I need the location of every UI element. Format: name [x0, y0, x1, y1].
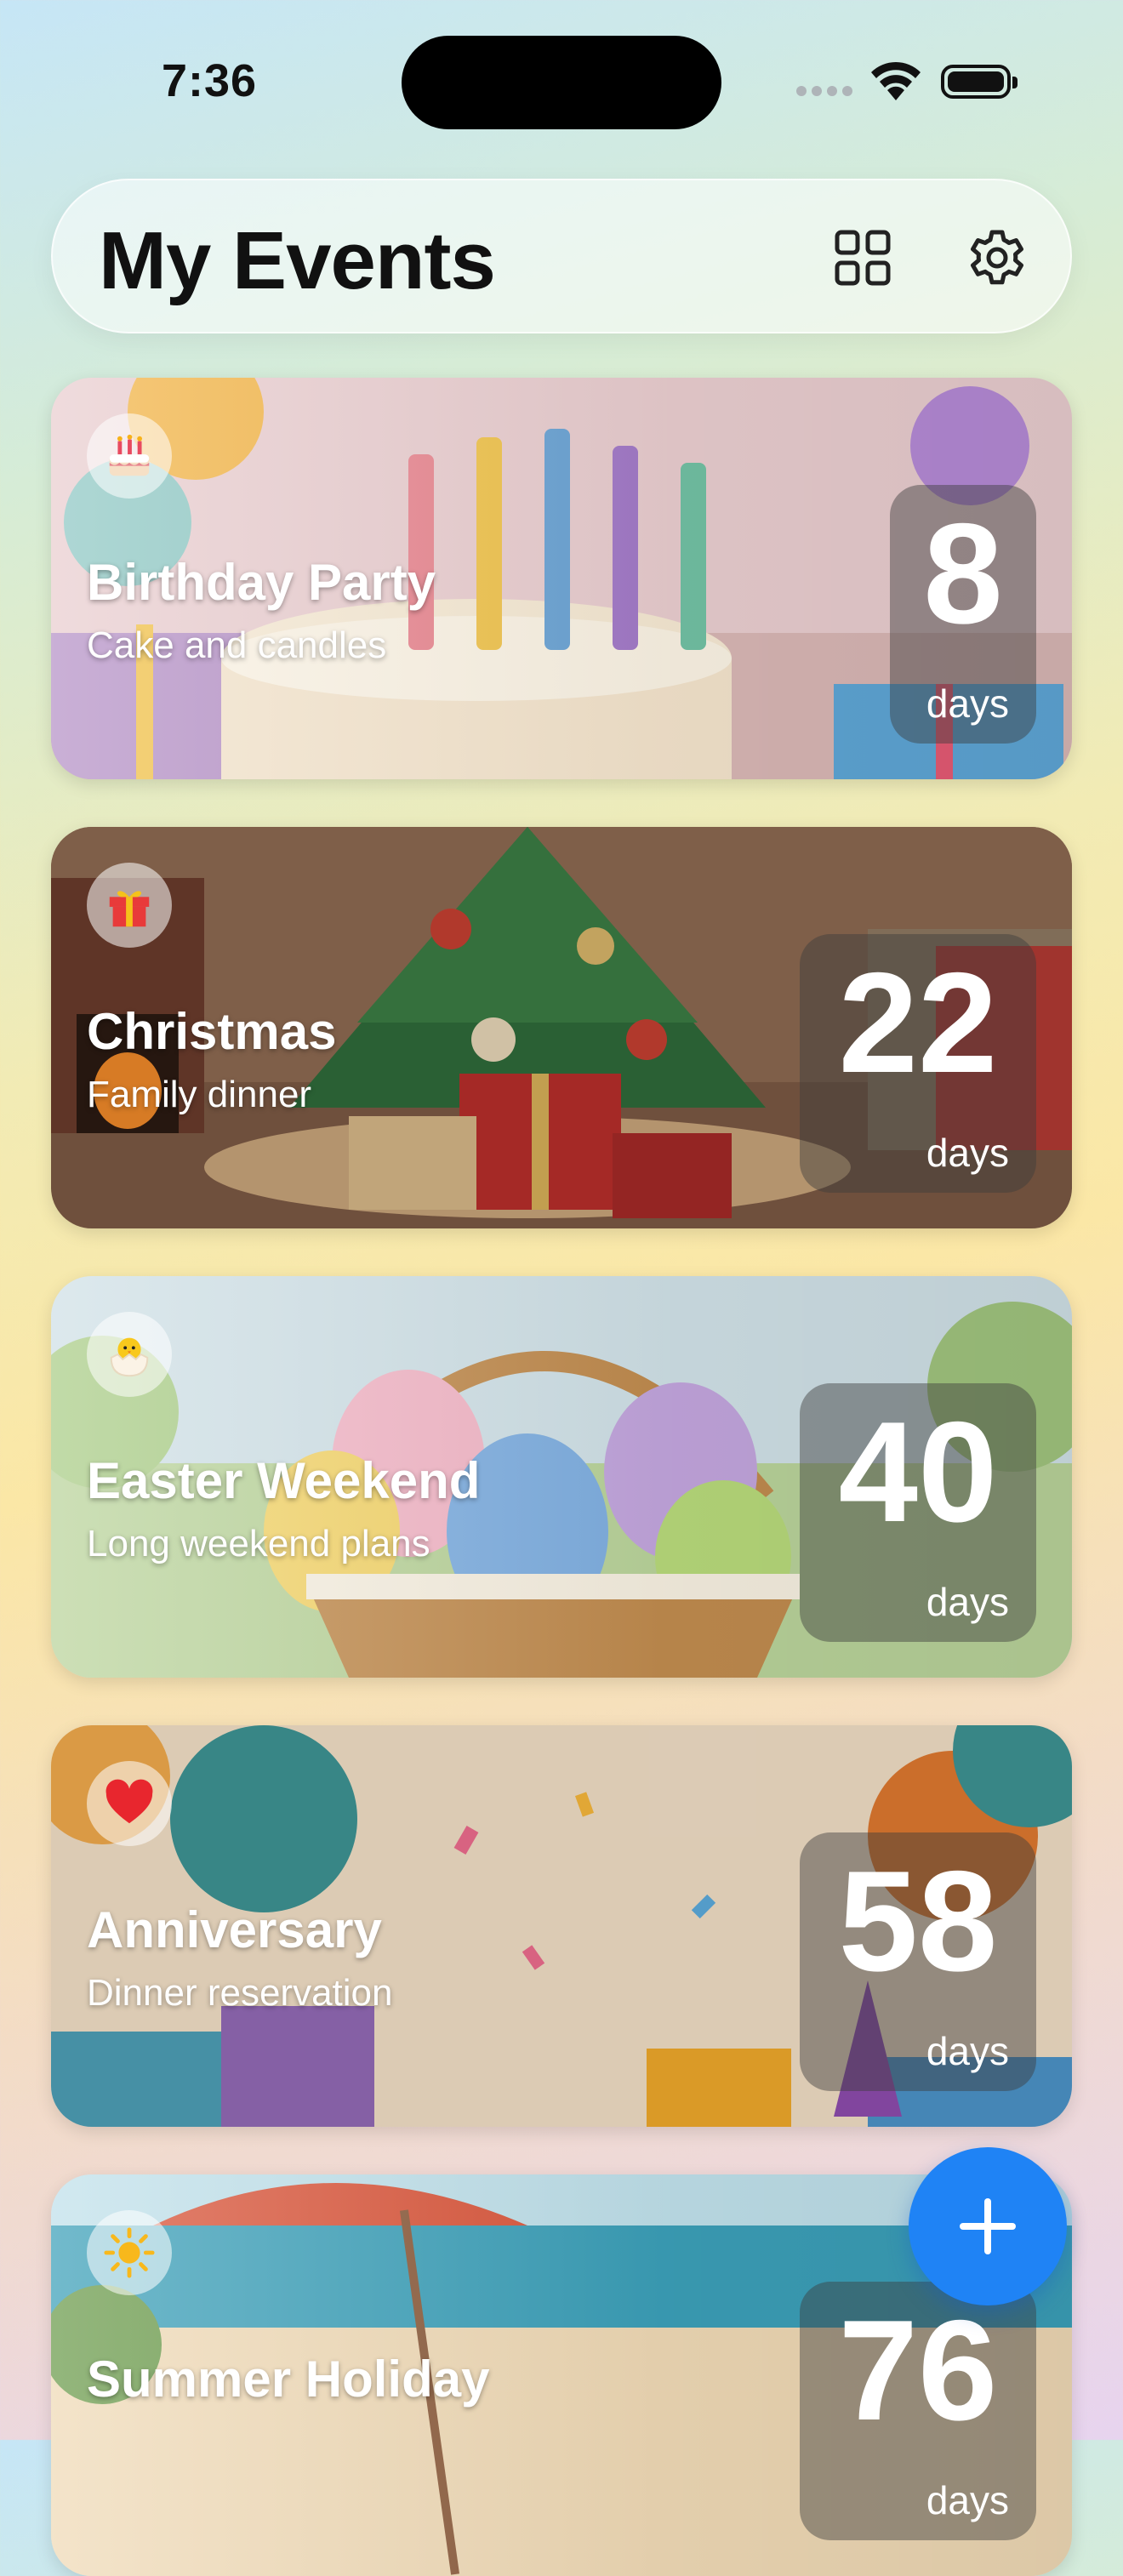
gear-icon: [971, 230, 1023, 285]
event-title: Christmas: [87, 1003, 337, 1060]
countdown-box: 58 days: [800, 1832, 1036, 2091]
event-card-christmas[interactable]: Christmas Family dinner 22 days: [51, 827, 1072, 1228]
event-card-easter[interactable]: Easter Weekend Long weekend plans 40 day…: [51, 1276, 1072, 1678]
grid-view-button[interactable]: [829, 224, 897, 292]
event-subtitle: Cake and candles: [87, 624, 387, 666]
countdown-box: 76 days: [800, 2282, 1036, 2540]
status-time: 7:36: [162, 55, 258, 106]
event-subtitle: Long weekend plans: [87, 1523, 430, 1564]
event-title: Birthday Party: [87, 554, 436, 611]
event-title: Summer Holiday: [87, 2351, 490, 2408]
add-event-button[interactable]: [909, 2147, 1067, 2305]
hatching-chick-icon: [110, 1337, 149, 1377]
plus-icon: [960, 2198, 1016, 2254]
days-label: days: [926, 1580, 1009, 1624]
battery-icon: [941, 65, 1018, 99]
days-label: days: [926, 1131, 1009, 1175]
event-subtitle: Dinner reservation: [87, 1972, 393, 2014]
days-remaining: 40: [838, 1392, 998, 1552]
red-heart-icon: [105, 1779, 153, 1824]
birthday-cake-icon: [109, 434, 150, 476]
wifi-icon: [868, 60, 924, 106]
days-remaining: 8: [923, 493, 1003, 653]
event-emoji-badge: [87, 1761, 172, 1846]
countdown-box: 40 days: [800, 1383, 1036, 1642]
dynamic-island: [402, 36, 721, 129]
countdown-box: 22 days: [800, 934, 1036, 1193]
days-remaining: 76: [838, 2290, 998, 2450]
event-title: Easter Weekend: [87, 1452, 481, 1509]
cellular-signal-icon: [796, 85, 858, 100]
settings-button[interactable]: [963, 224, 1031, 292]
event-emoji-badge: [87, 863, 172, 948]
event-emoji-badge: [87, 1312, 172, 1397]
grid-icon: [835, 230, 891, 286]
days-label: days: [926, 2478, 1009, 2522]
days-remaining: 22: [838, 943, 998, 1103]
event-title: Anniversary: [87, 1901, 382, 1958]
event-emoji-badge: [87, 2210, 172, 2295]
gift-icon: [109, 891, 150, 927]
event-subtitle: Family dinner: [87, 1074, 312, 1115]
header-bar: My Events: [51, 179, 1072, 333]
event-card-anniversary[interactable]: Anniversary Dinner reservation 58 days: [51, 1725, 1072, 2127]
days-label: days: [926, 681, 1009, 726]
status-bar: 7:36: [0, 0, 1123, 170]
event-card-birthday[interactable]: Birthday Party Cake and candles 8 days: [51, 378, 1072, 779]
countdown-box: 8 days: [890, 485, 1036, 744]
days-label: days: [926, 2029, 1009, 2073]
page-title: My Events: [99, 215, 496, 306]
sun-icon: [104, 2227, 155, 2278]
days-remaining: 58: [838, 1841, 998, 2001]
event-emoji-badge: [87, 413, 172, 499]
